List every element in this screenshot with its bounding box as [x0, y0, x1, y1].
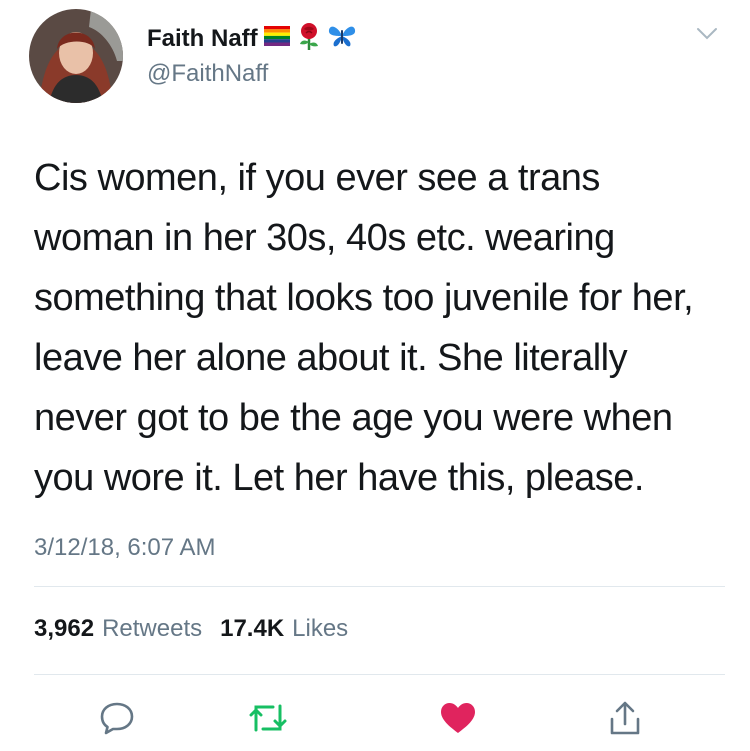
tweet-text: Cis women, if you ever see a trans woman…: [34, 148, 734, 508]
divider: [34, 674, 725, 675]
reply-icon: [100, 702, 134, 735]
tweet-line: woman in her 30s, 40s etc. wearing: [34, 217, 615, 259]
retweet-button[interactable]: [246, 696, 290, 740]
avatar-photo: [29, 9, 123, 103]
display-name[interactable]: Faith Naff: [147, 25, 258, 53]
avatar[interactable]: [29, 9, 123, 103]
share-icon: [610, 701, 640, 735]
engagement-stats: 3,962 Retweets 17.4K Likes: [34, 615, 348, 643]
butterfly-icon: [328, 24, 356, 53]
share-button[interactable]: [603, 696, 647, 740]
like-icon: [441, 703, 475, 733]
likes-label: Likes: [292, 615, 349, 642]
reply-button[interactable]: [95, 696, 139, 740]
tweet-line: Cis women, if you ever see a trans: [34, 157, 600, 199]
likes-count: 17.4K: [220, 615, 285, 642]
retweets-label: Retweets: [102, 615, 203, 642]
rose-icon: [296, 22, 322, 55]
action-bar: [0, 696, 750, 740]
name-row: Faith Naff: [147, 22, 356, 55]
tweet-line: never got to be the age you were when: [34, 397, 673, 439]
retweets-stat[interactable]: 3,962 Retweets: [34, 615, 202, 643]
divider: [34, 586, 725, 587]
chevron-down-icon[interactable]: [696, 27, 718, 41]
user-handle[interactable]: @FaithNaff: [147, 60, 268, 88]
retweet-icon: [249, 704, 287, 732]
tweet-line: leave her alone about it. She literally: [34, 337, 628, 379]
tweet-timestamp[interactable]: 3/12/18, 6:07 AM: [34, 534, 215, 562]
tweet-line: something that looks too juvenile for he…: [34, 277, 694, 319]
likes-stat[interactable]: 17.4K Likes: [220, 615, 348, 643]
tweet-line: you wore it. Let her have this, please.: [34, 457, 644, 499]
rainbow-flag-icon: [263, 26, 290, 51]
retweets-count: 3,962: [34, 615, 95, 642]
like-button[interactable]: [436, 696, 480, 740]
